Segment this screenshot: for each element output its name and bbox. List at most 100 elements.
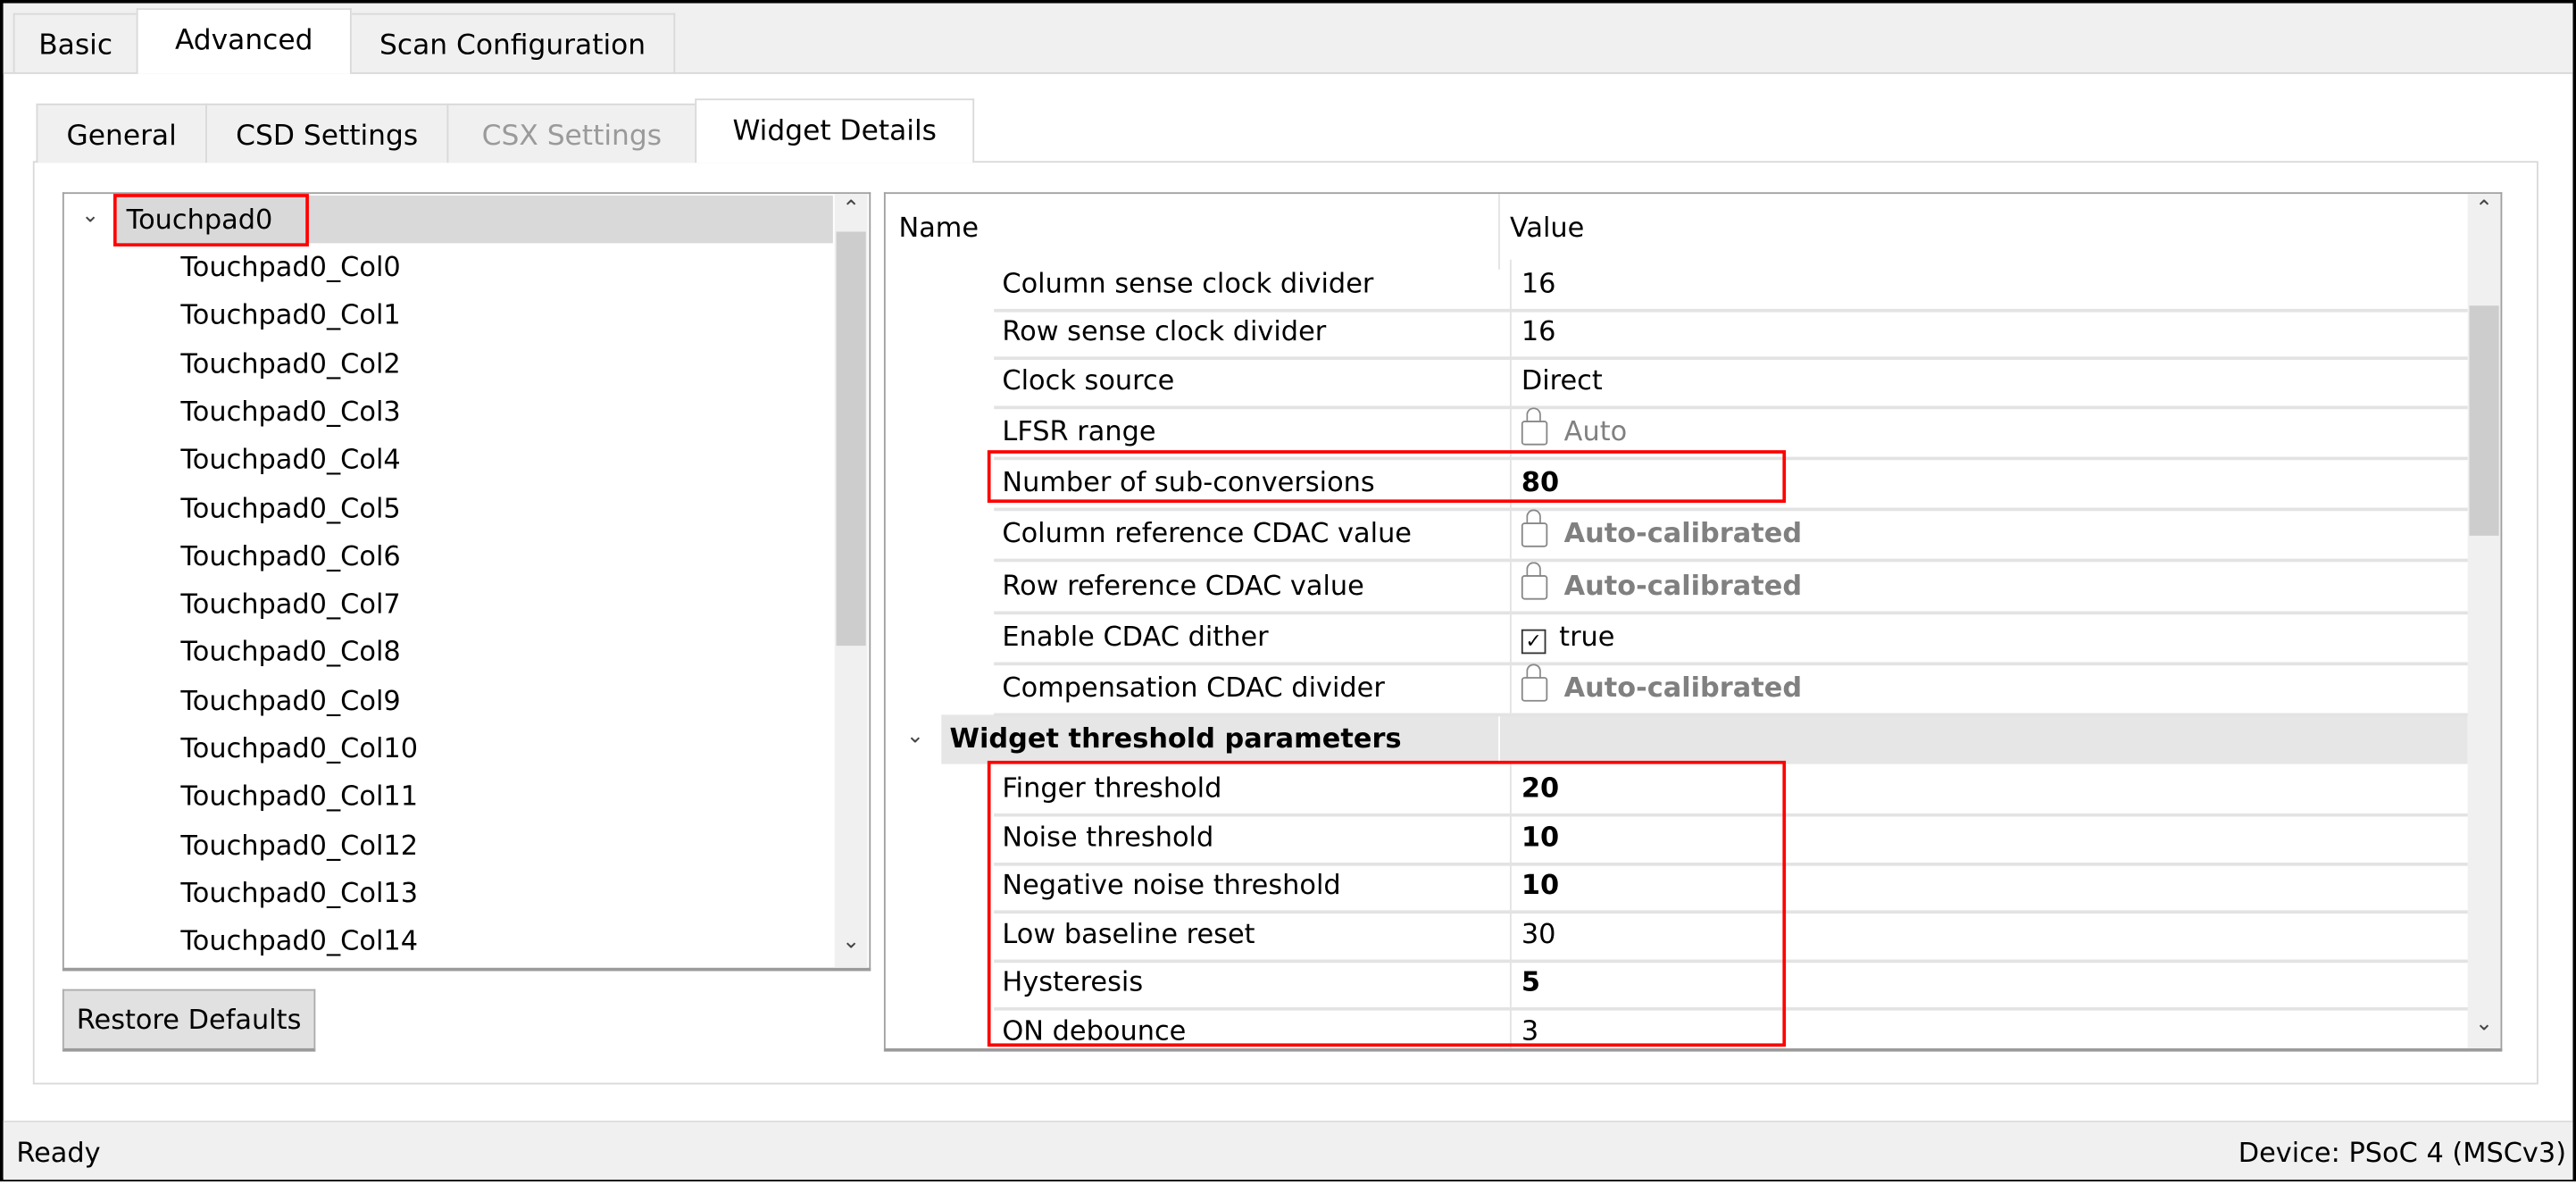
lock-icon (1521, 407, 1548, 446)
tab-label: Widget Details (732, 114, 938, 148)
property-row[interactable]: ON debounce 3 (994, 1006, 2467, 1048)
tab-label: Scan Configuration (379, 29, 646, 63)
property-name: Clock source (1002, 364, 1175, 396)
property-value[interactable]: 5 (1509, 958, 1540, 1008)
property-row[interactable]: Clock source Direct (994, 356, 2468, 410)
checkbox[interactable]: ✓ (1521, 629, 1546, 655)
device-label: Device: PSoC 4 (MSCv3) (2238, 1137, 2567, 1169)
tree-scrollbar[interactable]: ⌃ ⌄ (834, 194, 868, 968)
property-value[interactable]: Direct (1509, 356, 1603, 406)
tab-csd-settings[interactable]: CSD Settings (205, 103, 449, 163)
tree-item-touchpad0[interactable]: Touchpad0 (113, 195, 833, 244)
tab-scan-configuration[interactable]: Scan Configuration (349, 13, 676, 72)
property-value[interactable]: 16 (1509, 307, 1555, 357)
tab-widget-details[interactable]: Widget Details (695, 98, 975, 163)
property-row[interactable]: Column reference CDAC value Auto-calibrat… (994, 509, 2468, 563)
property-value[interactable]: ✓ true (1509, 613, 1615, 663)
property-row[interactable]: Number of sub-conversions 80 (994, 458, 2468, 512)
tree-item[interactable]: Touchpad0_Col8 (180, 629, 400, 676)
tree-item[interactable]: Touchpad0_Col13 (180, 869, 418, 916)
lock-icon (1521, 509, 1548, 547)
property-value[interactable]: 3 (1509, 1006, 1538, 1048)
property-name: Column reference CDAC value (1002, 517, 1412, 549)
column-header-name: Name (898, 212, 980, 244)
tree-item[interactable]: Touchpad0_Col12 (180, 821, 418, 868)
status-bar: Ready Device: PSoC 4 (MSCv3) (3, 1120, 2573, 1181)
scroll-down-icon[interactable]: ⌄ (835, 930, 868, 955)
tree-item[interactable]: Touchpad0_Col2 (180, 339, 400, 387)
value-text: Auto (1563, 415, 1628, 447)
property-value[interactable]: 10 (1509, 861, 1559, 911)
tab-label: General (66, 120, 177, 154)
status-text: Ready (16, 1137, 101, 1169)
property-name: Row sense clock divider (1002, 315, 1327, 347)
tree-item[interactable]: Touchpad0_Col5 (180, 484, 400, 531)
property-row[interactable]: Noise threshold 10 (994, 813, 2468, 865)
value-text: Auto-calibrated (1563, 517, 1803, 549)
scroll-down-icon[interactable]: ⌄ (2468, 1012, 2501, 1037)
column-divider (1498, 714, 1500, 764)
property-name: Finger threshold (1002, 772, 1222, 804)
tree-item[interactable]: Touchpad0_Col11 (180, 772, 418, 820)
scroll-up-icon[interactable]: ⌃ (835, 197, 868, 222)
tree-item[interactable]: Touchpad0_Col1 (180, 291, 400, 338)
restore-defaults-button[interactable]: Restore Defaults (62, 989, 316, 1052)
tab-label: CSX Settings (481, 120, 663, 154)
property-value[interactable]: 10 (1509, 813, 1559, 863)
property-row[interactable]: Negative noise threshold 10 (994, 861, 2468, 914)
value-text: 20 (1521, 772, 1560, 804)
lock-icon (1521, 562, 1548, 600)
widget-tree: Touchpad0 ⌄ ⌃ ⌄ Touchpad0_Col0 Touchpad0_… (62, 192, 871, 972)
tree-item[interactable]: Touchpad0_Col3 (180, 388, 400, 435)
tree-item[interactable]: Touchpad0_Col7 (180, 580, 400, 628)
property-name: Column sense clock divider (1002, 267, 1374, 299)
property-name: Enable CDAC dither (1002, 621, 1269, 653)
value-text: 5 (1521, 966, 1540, 998)
property-value[interactable]: 16 (1509, 259, 1555, 309)
column-divider (1498, 194, 1500, 270)
property-value: Auto (1509, 407, 1628, 457)
scrollbar-thumb[interactable] (836, 231, 866, 647)
tree-item[interactable]: Touchpad0_Col0 (180, 243, 400, 290)
property-row[interactable]: Column sense clock divider 16 (994, 259, 2468, 313)
property-row[interactable]: LFSR range Auto (994, 407, 2468, 461)
tab-label: Basic (38, 29, 113, 63)
scroll-up-icon[interactable]: ⌃ (2468, 197, 2501, 222)
value-text: Auto-calibrated (1563, 672, 1803, 704)
tree-item[interactable]: Touchpad0_Col10 (180, 724, 418, 772)
chevron-down-icon[interactable]: ⌄ (898, 724, 931, 749)
column-header-value: Value (1509, 212, 1585, 244)
tree-item[interactable]: Touchpad0_Col9 (180, 677, 400, 724)
value-text: true (1559, 621, 1615, 653)
tab-basic[interactable]: Basic (13, 13, 138, 72)
property-grid: Name Value Widget threshold parameters ⌄… (883, 192, 2503, 1052)
group-widget-threshold-parameters[interactable]: Widget threshold parameters (941, 714, 2468, 764)
property-row[interactable]: Compensation CDAC divider Auto-calibrated (994, 663, 2468, 717)
property-name: Noise threshold (1002, 821, 1214, 853)
property-value[interactable]: 30 (1509, 909, 1555, 960)
tab-advanced[interactable]: Advanced (136, 8, 352, 74)
tree-item[interactable]: Touchpad0_Col6 (180, 532, 400, 580)
property-value: Auto-calibrated (1509, 663, 1803, 714)
tree-item[interactable]: Touchpad0_Col4 (180, 436, 400, 483)
property-row[interactable]: Finger threshold 20 (994, 764, 2468, 817)
chevron-down-icon[interactable]: ⌄ (74, 204, 107, 229)
property-row[interactable]: Row sense clock divider 16 (994, 307, 2468, 360)
property-name: Negative noise threshold (1002, 869, 1341, 901)
property-row[interactable]: Hysteresis 5 (994, 958, 2468, 1012)
value-text: 80 (1521, 466, 1560, 498)
property-value[interactable]: 20 (1509, 764, 1560, 814)
lock-icon (1521, 663, 1548, 702)
grid-scrollbar[interactable]: ⌃ ⌄ (2467, 194, 2501, 1048)
scrollbar-thumb[interactable] (2469, 305, 2499, 536)
value-text: Direct (1521, 364, 1603, 396)
tab-general[interactable]: General (36, 103, 207, 163)
property-name: ON debounce (1002, 1015, 1187, 1047)
property-row[interactable]: Row reference CDAC value Auto-calibrated (994, 562, 2468, 615)
property-value[interactable]: 80 (1509, 458, 1560, 508)
property-row[interactable]: Low baseline reset 30 (994, 909, 2468, 963)
tree-item[interactable]: Touchpad0_Col14 (180, 917, 418, 964)
property-row[interactable]: Enable CDAC dither ✓ true (994, 613, 2468, 666)
property-name: Hysteresis (1002, 966, 1144, 998)
property-name: Low baseline reset (1002, 918, 1255, 950)
